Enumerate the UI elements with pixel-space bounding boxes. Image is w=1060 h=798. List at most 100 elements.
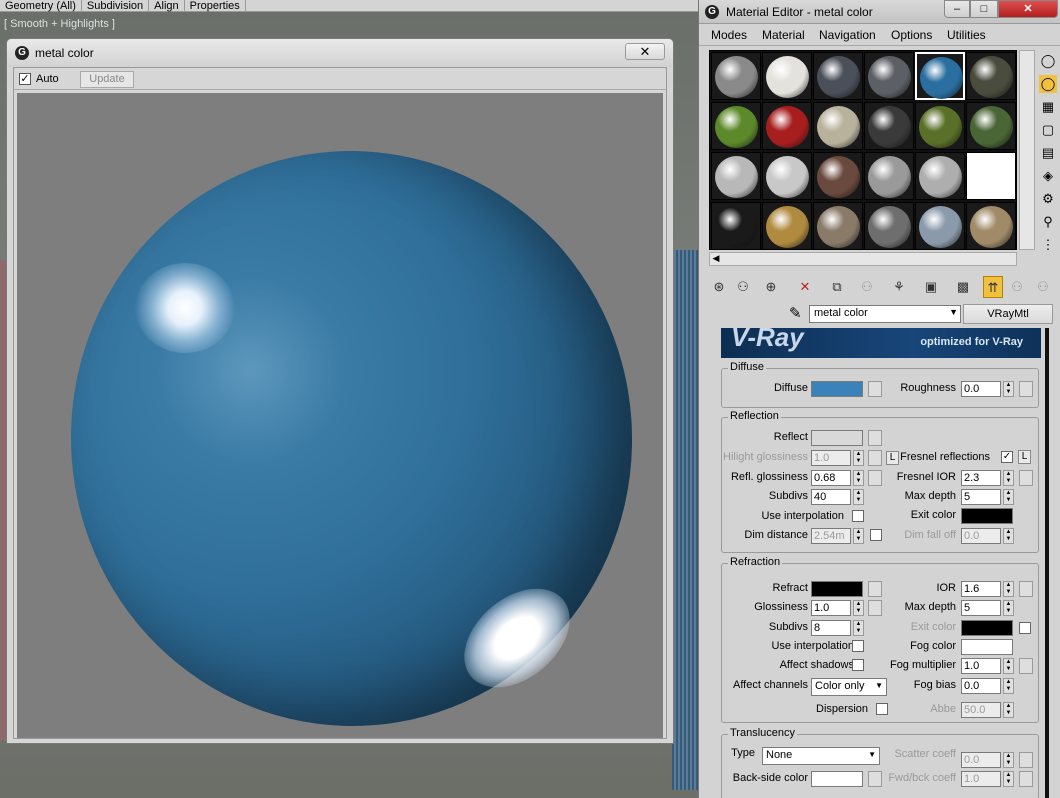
- menu-material[interactable]: Material: [762, 28, 805, 42]
- material-slot[interactable]: [711, 102, 761, 150]
- roughness-map-button[interactable]: [1019, 381, 1033, 397]
- assign-to-selection-icon[interactable]: ⊕: [761, 276, 781, 298]
- material-slot[interactable]: [864, 152, 914, 200]
- hilight-map-button[interactable]: [868, 450, 882, 466]
- make-copy-icon[interactable]: ⧉: [827, 276, 847, 298]
- ior-field[interactable]: 1.6: [961, 581, 1001, 597]
- slots-vertical-scrollbar[interactable]: [1019, 50, 1035, 250]
- fresnel-ior-field[interactable]: 2.3: [961, 470, 1001, 486]
- abbe-field[interactable]: 50.0: [961, 702, 1001, 718]
- menu-utilities[interactable]: Utilities: [947, 28, 986, 42]
- material-slot[interactable]: [864, 102, 914, 150]
- roughness-spinner[interactable]: ▲ ▼: [1003, 381, 1014, 397]
- dim-falloff-field[interactable]: 0.0: [961, 528, 1001, 544]
- material-name-field[interactable]: metal color ▼: [809, 305, 961, 323]
- dim-distance-spinner[interactable]: ▲ ▼: [853, 528, 864, 544]
- fwd-bck-coeff-spinner[interactable]: ▲ ▼: [1003, 771, 1014, 787]
- video-color-check-icon[interactable]: ▤: [1039, 144, 1057, 162]
- material-slot[interactable]: [966, 102, 1016, 150]
- material-slot[interactable]: [762, 152, 812, 200]
- ior-spinner[interactable]: ▲ ▼: [1003, 581, 1014, 597]
- scatter-coeff-map-button[interactable]: [1019, 752, 1033, 768]
- material-slot[interactable]: [762, 202, 812, 250]
- material-slot[interactable]: [813, 152, 863, 200]
- fresnel-lock-button[interactable]: L: [1018, 450, 1031, 464]
- options-icon[interactable]: ⚙: [1039, 190, 1057, 208]
- dim-distance-checkbox[interactable]: [870, 529, 882, 541]
- refr-subdivs-field[interactable]: 8: [811, 620, 851, 636]
- max-depth-spinner[interactable]: ▲ ▼: [1003, 489, 1014, 505]
- use-interpolation-checkbox[interactable]: [852, 510, 864, 522]
- show-in-viewport-icon[interactable]: ▩: [953, 276, 973, 298]
- make-unique-icon[interactable]: ⚇: [857, 276, 877, 298]
- roughness-field[interactable]: 0.0: [961, 381, 1001, 397]
- affect-channels-dropdown[interactable]: Color only ▼: [811, 678, 887, 696]
- affect-shadows-checkbox[interactable]: [852, 659, 864, 671]
- material-slot[interactable]: [762, 102, 812, 150]
- refr-max-depth-spinner[interactable]: ▲ ▼: [1003, 600, 1014, 616]
- sample-uv-icon[interactable]: ▢: [1039, 121, 1057, 139]
- rollout-scrollbar[interactable]: [1045, 328, 1049, 798]
- preview-canvas[interactable]: [17, 93, 663, 745]
- fog-bias-field[interactable]: 0.0: [961, 678, 1001, 694]
- fog-color-swatch[interactable]: [961, 639, 1013, 655]
- material-id-icon[interactable]: ▣: [921, 276, 941, 298]
- maximize-button[interactable]: □: [970, 0, 998, 18]
- minimize-button[interactable]: –: [944, 0, 970, 18]
- refract-map-button[interactable]: [868, 581, 882, 597]
- back-side-map-button[interactable]: [868, 771, 882, 787]
- material-slot[interactable]: [813, 202, 863, 250]
- scatter-coeff-spinner[interactable]: ▲ ▼: [1003, 752, 1014, 768]
- editor-titlebar[interactable]: G Material Editor - metal color – □ ✕: [699, 0, 1060, 24]
- material-slot[interactable]: [711, 52, 761, 100]
- ior-map-button[interactable]: [1019, 581, 1033, 597]
- glossiness-spinner[interactable]: ▲ ▼: [853, 600, 864, 616]
- go-forward-sibling-icon[interactable]: ⚇: [1033, 276, 1053, 298]
- fwd-bck-map-button[interactable]: [1019, 771, 1033, 787]
- dispersion-checkbox[interactable]: [876, 703, 888, 715]
- glossiness-field[interactable]: 1.0: [811, 600, 851, 616]
- material-slot[interactable]: [966, 152, 1016, 200]
- hilight-glossiness-field[interactable]: 1.0: [811, 450, 851, 466]
- scatter-coeff-field[interactable]: 0.0: [961, 752, 1001, 768]
- subdivs-spinner[interactable]: ▲ ▼: [853, 489, 864, 505]
- glossiness-map-button[interactable]: [868, 600, 882, 616]
- refr-exit-color-swatch[interactable]: [961, 620, 1013, 636]
- fog-multiplier-map-button[interactable]: [1019, 658, 1033, 674]
- close-button[interactable]: ✕: [625, 43, 665, 60]
- refr-exit-color-checkbox[interactable]: [1019, 622, 1031, 634]
- hilight-spinner[interactable]: ▲ ▼: [853, 450, 864, 466]
- menu-options[interactable]: Options: [891, 28, 932, 42]
- refr-max-depth-field[interactable]: 5: [961, 600, 1001, 616]
- diffuse-color-swatch[interactable]: [811, 381, 863, 397]
- material-slot[interactable]: [966, 52, 1016, 100]
- make-preview-icon[interactable]: ◈: [1039, 167, 1057, 185]
- get-material-icon[interactable]: ⊛: [709, 276, 729, 298]
- fwd-bck-coeff-field[interactable]: 1.0: [961, 771, 1001, 787]
- material-slot[interactable]: [966, 202, 1016, 250]
- close-button[interactable]: ✕: [998, 0, 1058, 18]
- show-end-result-icon[interactable]: ⇈: [983, 276, 1003, 298]
- refl-glossiness-map-button[interactable]: [868, 470, 882, 486]
- translucency-type-dropdown[interactable]: None ▼: [762, 747, 880, 765]
- background-icon[interactable]: ▦: [1039, 98, 1057, 116]
- menu-align[interactable]: Align: [149, 0, 185, 12]
- fresnel-checkbox[interactable]: ✓: [1001, 451, 1013, 463]
- refract-color-swatch[interactable]: [811, 581, 863, 597]
- put-to-scene-icon[interactable]: ⚇: [733, 276, 753, 298]
- material-slot[interactable]: [915, 152, 965, 200]
- material-slot[interactable]: [762, 52, 812, 100]
- fog-multiplier-spinner[interactable]: ▲ ▼: [1003, 658, 1014, 674]
- auto-checkbox[interactable]: ✓: [19, 73, 31, 85]
- sample-type-icon[interactable]: ◯: [1039, 52, 1057, 70]
- subdivs-field[interactable]: 40: [811, 489, 851, 505]
- select-by-material-icon[interactable]: ⚲: [1039, 213, 1057, 231]
- material-slot[interactable]: [864, 202, 914, 250]
- max-depth-field[interactable]: 5: [961, 489, 1001, 505]
- fog-bias-spinner[interactable]: ▲ ▼: [1003, 678, 1014, 694]
- reset-icon[interactable]: ✕: [795, 276, 815, 298]
- refr-use-interpolation-checkbox[interactable]: [852, 640, 864, 652]
- material-slot[interactable]: [915, 102, 965, 150]
- abbe-spinner[interactable]: ▲ ▼: [1003, 702, 1014, 718]
- reflect-color-swatch[interactable]: [811, 430, 863, 446]
